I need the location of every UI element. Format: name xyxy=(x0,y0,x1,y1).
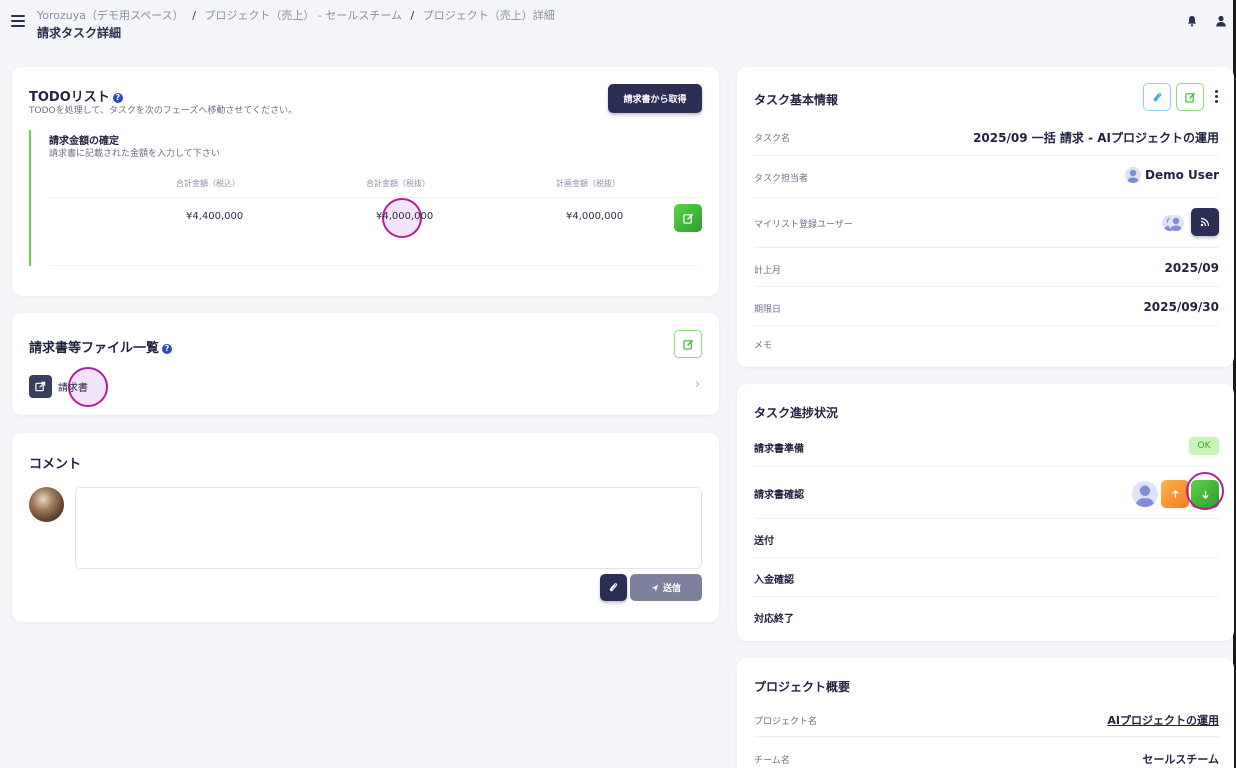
user-avatar-icon xyxy=(1125,167,1142,183)
menu-icon[interactable] xyxy=(11,15,25,27)
bell-icon[interactable] xyxy=(1186,15,1198,27)
breadcrumb-item-space[interactable]: Yorozuya（デモ用スペース） xyxy=(37,9,184,22)
send-icon xyxy=(651,584,659,591)
help-icon[interactable]: ? xyxy=(112,93,123,103)
team-name-value: セールスチーム xyxy=(1142,753,1219,766)
step-complete: 対応終了 xyxy=(754,614,794,625)
col-header-planned-excl-tax: 計画金額（税抜） xyxy=(556,179,620,188)
divider xyxy=(754,247,1219,248)
more-vertical-icon[interactable] xyxy=(1215,90,1219,103)
files-title: 請求書等ファイル一覧? xyxy=(29,337,173,356)
edit-icon xyxy=(682,213,693,224)
comment-card: コメント 送信 xyxy=(12,433,719,622)
step-invoice-check: 請求書確認 xyxy=(754,490,804,501)
task-name-label: タスク名 xyxy=(754,134,791,144)
project-name-link[interactable]: AIプロジェクトの運用 xyxy=(1107,712,1219,728)
breadcrumb-item-project[interactable]: プロジェクト（売上） - セールスチーム xyxy=(204,9,402,22)
booking-month-value: 2025/09 xyxy=(1164,261,1219,275)
progress-title: タスク進捗状況 xyxy=(754,406,839,420)
paperclip-icon xyxy=(1153,92,1161,101)
todo-item-title: 請求金額の確定 xyxy=(49,136,119,147)
divider xyxy=(754,325,1219,326)
task-info-title: タスク基本情報 xyxy=(754,93,839,107)
amount-total-incl-tax: ¥4,400,000 xyxy=(186,211,244,222)
fetch-from-invoice-button[interactable]: 請求書から取得 xyxy=(608,84,702,113)
edit-icon xyxy=(1184,92,1195,103)
breadcrumb-separator: / xyxy=(410,9,415,22)
chevron-right-icon[interactable]: › xyxy=(695,377,700,392)
amount-planned-excl-tax: ¥4,000,000 xyxy=(566,211,624,222)
edit-icon xyxy=(682,339,693,350)
subscribe-button[interactable] xyxy=(1191,208,1219,236)
external-link-icon[interactable] xyxy=(29,375,52,398)
edit-files-button[interactable] xyxy=(674,330,702,358)
divider xyxy=(754,155,1219,156)
file-link-invoice[interactable]: 請求書 xyxy=(58,379,88,394)
divider xyxy=(754,197,1219,198)
memo-label: メモ xyxy=(754,341,773,351)
user-icon[interactable] xyxy=(1215,15,1227,27)
rss-icon xyxy=(1200,217,1210,227)
comment-title: コメント xyxy=(29,457,82,472)
assignee-label: タスク担当者 xyxy=(754,174,809,184)
divider xyxy=(754,736,1219,737)
status-badge: OK xyxy=(1189,437,1219,455)
attach-button[interactable] xyxy=(1143,83,1171,111)
assignee-name: Demo User xyxy=(1145,168,1219,182)
send-label: 送信 xyxy=(662,584,681,594)
due-date-value: 2025/09/30 xyxy=(1143,300,1219,314)
assignee: Demo User xyxy=(1125,167,1219,183)
mylist-avatars xyxy=(1162,215,1184,231)
divider xyxy=(754,596,1219,597)
amount-total-excl-tax[interactable]: ¥4,000,000 xyxy=(376,211,433,222)
edit-task-button[interactable] xyxy=(1176,83,1204,111)
user-avatar-icon xyxy=(1168,215,1184,231)
paperclip-icon xyxy=(609,583,618,592)
divider xyxy=(754,518,1219,519)
step-payment-check: 入金確認 xyxy=(754,575,794,586)
breadcrumb-separator: / xyxy=(192,9,196,22)
click-highlight xyxy=(1186,472,1224,510)
task-info-card: タスク基本情報 タスク名 2025/09 一括 請求 - AIプロジェクトの運用… xyxy=(737,67,1234,367)
divider xyxy=(754,466,1219,467)
step-send: 送付 xyxy=(754,536,774,547)
divider xyxy=(49,197,702,198)
help-icon[interactable]: ? xyxy=(162,344,173,354)
mylist-users-label: マイリスト登録ユーザー xyxy=(754,220,853,230)
edit-amount-button[interactable] xyxy=(674,204,702,232)
user-avatar-icon xyxy=(1132,481,1158,507)
arrow-up-icon xyxy=(1171,489,1179,498)
step-invoice-prep: 請求書準備 xyxy=(754,444,804,455)
send-button[interactable]: 送信 xyxy=(630,574,702,601)
project-card: プロジェクト概要 プロジェクト名 AIプロジェクトの運用 チーム名 セールスチー… xyxy=(737,658,1234,768)
todo-subtitle: TODOを処理して、タスクを次のフェーズへ移動させてください。 xyxy=(29,106,298,116)
comment-input[interactable] xyxy=(75,487,702,569)
team-name-label: チーム名 xyxy=(754,756,790,766)
col-header-total-incl-tax: 合計金額（税込） xyxy=(176,179,240,188)
breadcrumb-item-detail[interactable]: プロジェクト（売上）詳細 xyxy=(423,9,555,22)
divider xyxy=(49,265,702,266)
booking-month-label: 計上月 xyxy=(754,266,782,276)
attach-button[interactable] xyxy=(600,574,627,601)
files-card: 請求書等ファイル一覧? 請求書 › xyxy=(12,313,719,415)
move-up-button[interactable] xyxy=(1161,480,1189,508)
due-date-label: 期限日 xyxy=(754,305,782,315)
avatar xyxy=(29,487,64,522)
page-title: 請求タスク詳細 xyxy=(37,26,122,40)
project-name-label: プロジェクト名 xyxy=(754,717,818,727)
breadcrumb: Yorozuya（デモ用スペース） / プロジェクト（売上） - セールスチーム… xyxy=(37,7,555,23)
divider xyxy=(754,286,1219,287)
divider xyxy=(754,557,1219,558)
col-header-total-excl-tax: 合計金額（税抜） xyxy=(366,179,430,188)
files-title-text: 請求書等ファイル一覧 xyxy=(29,341,160,356)
project-title: プロジェクト概要 xyxy=(754,680,851,694)
todo-item-desc: 請求書に記載された金額を入力して下さい xyxy=(49,149,220,159)
todo-card: TODOリスト? TODOを処理して、タスクを次のフェーズへ移動させてください。… xyxy=(12,67,719,296)
todo-item-bar xyxy=(29,130,31,266)
task-name-value: 2025/09 一括 請求 - AIプロジェクトの運用 xyxy=(973,131,1219,145)
progress-card: タスク進捗状況 請求書準備 OK 請求書確認 送付 入金確認 対応終了 xyxy=(737,384,1234,641)
